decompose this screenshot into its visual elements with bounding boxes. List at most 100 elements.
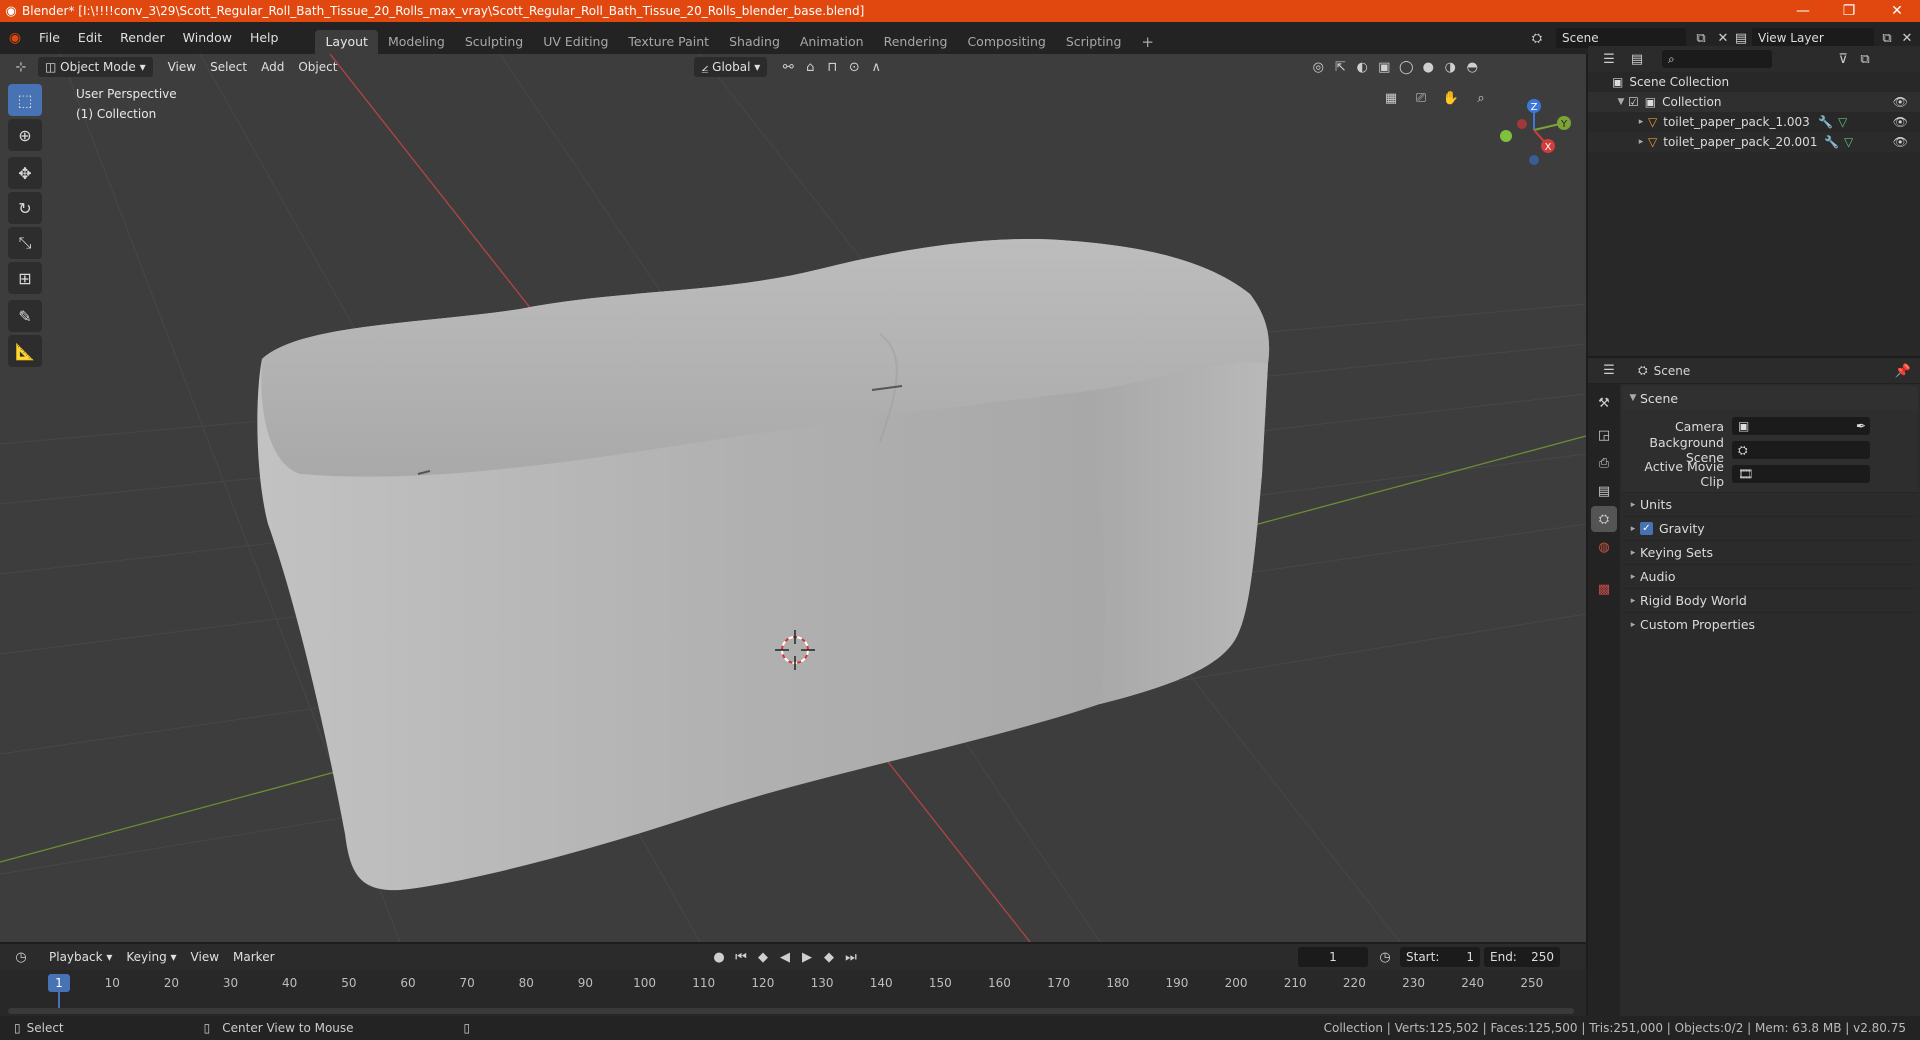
expand-icon[interactable]: ▸ — [1626, 572, 1640, 582]
cursor-tool-icon[interactable]: ⊕ — [8, 119, 42, 151]
transform-tool-icon[interactable]: ⊞ — [8, 262, 42, 294]
menu-marker[interactable]: Marker — [226, 947, 281, 967]
maximize-button[interactable]: ❐ — [1826, 0, 1872, 22]
tab-rendering[interactable]: Rendering — [874, 30, 958, 54]
snap-target-icon[interactable]: ⊓ — [821, 57, 843, 77]
tab-layout[interactable]: Layout — [315, 30, 378, 54]
render-tab-icon[interactable]: ◲ — [1591, 422, 1617, 448]
collapse-icon[interactable]: ▼ — [1614, 97, 1628, 107]
audio-section[interactable]: ▸ Audio — [1622, 564, 1918, 588]
custom-properties-section[interactable]: ▸ Custom Properties — [1622, 612, 1918, 636]
timeline-editor-icon[interactable]: ◷ — [10, 947, 32, 967]
snap-icon[interactable]: ⌂ — [799, 57, 821, 77]
outliner-object-row[interactable]: ▸ ▽ toilet_paper_pack_20.001 🔧 ▽ 👁 — [1588, 132, 1920, 152]
mesh-data-icon[interactable]: ▽ — [1838, 115, 1847, 129]
jump-end-icon[interactable]: ⏭ — [840, 947, 862, 967]
output-tab-icon[interactable]: ⎙ — [1591, 450, 1617, 476]
expand-icon[interactable]: ▸ — [1626, 548, 1640, 558]
menu-window[interactable]: Window — [174, 27, 241, 49]
minimize-button[interactable]: — — [1780, 0, 1826, 22]
mesh-data-icon[interactable]: ▽ — [1844, 135, 1853, 149]
stopwatch-icon[interactable]: ◷ — [1374, 947, 1396, 967]
timeline-ruler[interactable]: 1 10 20 30 40 50 60 70 80 90 100 110 120 130 140 150 16… — [0, 974, 1586, 994]
scene-name-field[interactable]: Scene — [1556, 28, 1686, 48]
scene-tab-icon[interactable]: ⛭ — [1591, 506, 1617, 532]
eyedropper-icon[interactable]: ✒ — [1856, 417, 1866, 435]
rotate-tool-icon[interactable]: ↻ — [8, 192, 42, 224]
tab-sculpting[interactable]: Sculpting — [455, 30, 533, 54]
outliner-object-row[interactable]: ▸ ▽ toilet_paper_pack_1.003 🔧 ▽ 👁 — [1588, 112, 1920, 132]
pin-icon[interactable]: 📌 — [1892, 361, 1914, 381]
background-scene-field[interactable]: ⛭ — [1732, 441, 1870, 459]
menu-keying[interactable]: Keying ▾ — [119, 947, 183, 967]
menu-object[interactable]: Object — [291, 57, 344, 77]
modifier-icon[interactable]: 🔧 — [1818, 115, 1833, 129]
view-layer-tab-icon[interactable]: ▤ — [1591, 478, 1617, 504]
expand-icon[interactable]: ▸ — [1626, 596, 1640, 606]
tab-compositing[interactable]: Compositing — [957, 30, 1055, 54]
expand-icon[interactable]: ▸ — [1634, 117, 1648, 127]
new-collection-icon[interactable]: ⧉ — [1854, 49, 1876, 69]
start-frame-field[interactable]: Start: 1 — [1400, 947, 1480, 967]
select-box-tool-icon[interactable]: ⬚ — [8, 84, 42, 116]
scene-panel-header[interactable]: ▼ Scene — [1622, 386, 1918, 410]
overlays-icon[interactable]: ◐ — [1351, 57, 1373, 77]
keying-sets-section[interactable]: ▸ Keying Sets — [1622, 540, 1918, 564]
scale-tool-icon[interactable]: ⤡ — [8, 227, 42, 259]
gravity-section[interactable]: ▸ ✓ Gravity — [1622, 516, 1918, 540]
modifier-icon[interactable]: 🔧 — [1824, 135, 1839, 149]
play-reverse-icon[interactable]: ◀ — [774, 947, 796, 967]
eye-icon[interactable]: 👁 — [1893, 95, 1908, 109]
close-button[interactable]: ✕ — [1874, 0, 1920, 22]
world-tab-icon[interactable]: ◍ — [1591, 534, 1617, 560]
menu-playback[interactable]: Playback ▾ — [42, 947, 119, 967]
tool-tab-icon[interactable]: ⚒ — [1591, 390, 1617, 416]
menu-add[interactable]: Add — [254, 57, 291, 77]
display-mode-icon[interactable]: ▤ — [1626, 49, 1648, 69]
navigation-gizmo[interactable]: Z Y X — [1500, 99, 1571, 165]
rigid-body-world-section[interactable]: ▸ Rigid Body World — [1622, 588, 1918, 612]
prev-keyframe-icon[interactable]: ◆ — [752, 947, 774, 967]
menu-file[interactable]: File — [30, 27, 69, 49]
measure-tool-icon[interactable]: 📐 — [8, 335, 42, 367]
pivot-icon[interactable]: ⚯ — [777, 57, 799, 77]
gravity-checkbox[interactable]: ✓ — [1640, 522, 1653, 535]
outliner-editor-icon[interactable]: ☰ — [1598, 49, 1620, 69]
zoom-icon[interactable]: ⌕ — [1470, 88, 1492, 108]
menu-help[interactable]: Help — [241, 27, 288, 49]
delete-view-layer-icon[interactable]: ✕ — [1896, 28, 1918, 48]
tab-texture-paint[interactable]: Texture Paint — [618, 30, 719, 54]
menu-edit[interactable]: Edit — [69, 27, 111, 49]
properties-editor-icon[interactable]: ☰ — [1598, 361, 1620, 381]
menu-select[interactable]: Select — [203, 57, 254, 77]
new-scene-icon[interactable]: ⧉ — [1690, 28, 1712, 48]
toilet-paper-pack-mesh[interactable] — [257, 239, 1270, 891]
play-icon[interactable]: ▶ — [796, 947, 818, 967]
expand-icon[interactable]: ▸ — [1634, 137, 1648, 147]
mode-dropdown[interactable]: ◫ Object Mode ▾ — [38, 57, 153, 77]
camera-field[interactable]: ▣ ✒ — [1732, 417, 1870, 435]
menu-timeline-view[interactable]: View — [184, 947, 226, 967]
editor-type-icon[interactable]: ⊹ — [10, 57, 32, 77]
tab-scripting[interactable]: Scripting — [1056, 30, 1132, 54]
expand-icon[interactable]: ▸ — [1626, 524, 1640, 534]
current-frame-field[interactable]: 1 — [1298, 947, 1368, 967]
collapse-icon[interactable]: ▼ — [1626, 393, 1640, 403]
eye-icon[interactable]: 👁 — [1893, 135, 1908, 149]
transform-orientation-dropdown[interactable]: ⦤ Global ▾ — [694, 57, 768, 77]
tab-animation[interactable]: Animation — [790, 30, 874, 54]
move-tool-icon[interactable]: ✥ — [8, 157, 42, 189]
new-view-layer-icon[interactable]: ⧉ — [1876, 28, 1898, 48]
next-keyframe-icon[interactable]: ◆ — [818, 947, 840, 967]
gizmo-toggle-icon[interactable]: ⇱ — [1329, 57, 1351, 77]
annotate-tool-icon[interactable]: ✎ — [8, 300, 42, 332]
wireframe-shading-icon[interactable]: ◯ — [1395, 57, 1417, 77]
eye-icon[interactable]: 👁 — [1893, 115, 1908, 129]
units-section[interactable]: ▸ Units — [1622, 492, 1918, 516]
visibility-icon[interactable]: ◎ — [1307, 57, 1329, 77]
rendered-shading-icon[interactable]: ◓ — [1461, 57, 1483, 77]
add-workspace-button[interactable]: + — [1131, 30, 1164, 54]
pan-hand-icon[interactable]: ✋ — [1440, 88, 1462, 108]
toggle-view-grid-icon[interactable]: ▦ — [1380, 88, 1402, 108]
playhead[interactable]: 1 — [48, 974, 70, 992]
